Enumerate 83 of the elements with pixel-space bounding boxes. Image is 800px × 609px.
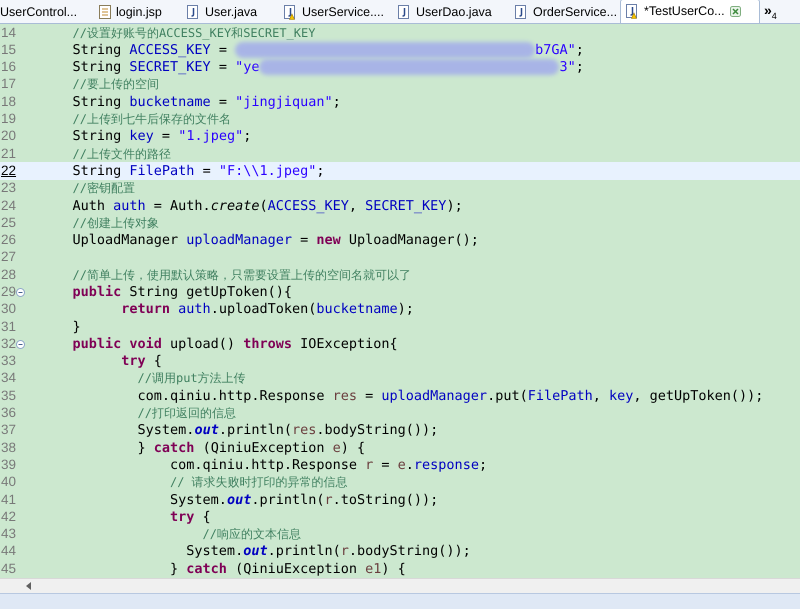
java-file-icon xyxy=(398,4,411,20)
line-number: 40 xyxy=(1,473,16,492)
editor-tab[interactable]: User.java xyxy=(180,1,277,23)
code-line: String ACCESS_KEY = xyxy=(72,40,228,60)
editor-tab[interactable]: login.jsp xyxy=(92,1,180,23)
line-number: 42 xyxy=(1,508,16,526)
line-number: 32 xyxy=(1,334,16,353)
code-line: //设置好账号的ACCESS_KEY和SECRET_KEY xyxy=(72,24,316,42)
line-number: 16 xyxy=(1,58,16,76)
code-line: return auth.uploadToken(bucketname); xyxy=(121,300,414,320)
java-file-icon xyxy=(187,4,200,20)
code-line: //密钥配置 xyxy=(72,180,135,198)
code-line: 3"; xyxy=(559,58,584,78)
scroll-left-icon[interactable] xyxy=(26,582,32,590)
editor-tab[interactable]: UserService.... xyxy=(277,1,391,23)
editor-tab[interactable]: UserDao.java xyxy=(391,1,508,23)
code-line: System.out.println(r.bodyString()); xyxy=(186,542,471,562)
line-number: 21 xyxy=(1,144,16,163)
java-file-icon xyxy=(515,4,528,20)
line-number: 19 xyxy=(1,110,16,128)
line-number: 26 xyxy=(1,231,16,250)
line-number: 22 xyxy=(1,162,16,180)
line-number: 27 xyxy=(1,248,16,266)
code-line: // 请求失败时打印的异常的信息 xyxy=(170,474,348,492)
line-number: 15 xyxy=(1,40,16,59)
code-line: //创建上传对象 xyxy=(72,214,159,232)
code-line: //上传到七牛后保存的文件名 xyxy=(72,111,231,128)
code-line: try { xyxy=(121,352,162,372)
code-line: String FilePath = "F:\\1.jpeg"; xyxy=(72,162,325,181)
editor-tab[interactable]: UserControl... xyxy=(0,1,92,23)
line-number: 37 xyxy=(1,421,16,440)
horizontal-scrollbar[interactable] xyxy=(0,578,800,593)
code-line: //简单上传，使用默认策略，只需要设置上传的空间名就可以了 xyxy=(72,266,411,284)
editor-tab[interactable]: *TestUserCo... xyxy=(620,0,760,23)
line-number: 25 xyxy=(1,214,16,232)
line-number: 44 xyxy=(1,542,16,560)
line-number: 28 xyxy=(1,266,16,284)
code-line: Auth auth = Auth.create(ACCESS_KEY, SECRET_KEY); xyxy=(72,196,463,216)
line-number: 34 xyxy=(1,369,16,388)
code-line: } catch (QiniuException e1) { xyxy=(170,560,406,578)
code-line: //上传文件的路径 xyxy=(72,146,171,163)
code-line: com.qiniu.http.Response r = e.response; xyxy=(170,456,488,475)
code-line: public void upload() throws IOException{ xyxy=(72,334,398,354)
line-number: 23 xyxy=(1,179,16,198)
code-line: //响应的文本信息 xyxy=(202,526,301,544)
line-number: 20 xyxy=(1,127,16,146)
line-number: 29 xyxy=(1,282,16,301)
code-line: String SECRET_KEY = "ye xyxy=(72,58,260,78)
code-line: System.out.println(r.toString()); xyxy=(170,490,438,510)
code-line: System.out.println(res.bodyString()); xyxy=(138,421,438,440)
code-line: } xyxy=(72,318,81,337)
code-line: //要上传的空间 xyxy=(72,76,159,94)
line-number: 31 xyxy=(1,318,16,336)
close-icon[interactable] xyxy=(730,6,741,17)
line-number: 36 xyxy=(1,404,16,422)
line-number: 18 xyxy=(1,92,16,111)
line-number: 17 xyxy=(1,75,16,94)
code-line: //打印返回的信息 xyxy=(138,405,236,422)
code-line: public String getUpToken(){ xyxy=(72,282,292,302)
line-number: 41 xyxy=(1,490,16,509)
code-line: String key = "1.jpeg"; xyxy=(72,127,252,146)
line-number: 39 xyxy=(1,456,16,474)
code-line: UploadManager uploadManager = new UploadManager(); xyxy=(72,231,479,250)
line-number: 30 xyxy=(1,300,16,318)
editor-tab[interactable]: OrderService... xyxy=(508,1,620,23)
line-number: 33 xyxy=(1,352,16,370)
fold-icon[interactable] xyxy=(16,340,26,348)
line-number: 14 xyxy=(1,24,16,42)
line-number: 45 xyxy=(1,560,16,578)
code-line: } catch (QiniuException e) { xyxy=(138,438,366,458)
document-icon xyxy=(99,5,111,19)
java-file-icon xyxy=(626,4,639,19)
code-line: b7GA"; xyxy=(535,40,584,60)
line-number: 35 xyxy=(1,386,16,405)
line-number: 24 xyxy=(1,196,16,214)
java-file-icon xyxy=(284,4,297,20)
line-number: 38 xyxy=(1,438,16,457)
fold-icon[interactable] xyxy=(16,288,26,297)
code-line: try { xyxy=(170,508,211,527)
line-number: 43 xyxy=(1,525,16,544)
code-line: com.qiniu.http.Response res = uploadManager.put(FilePath, key, getUpToken()); xyxy=(138,386,764,406)
code-line: //调用put方法上传 xyxy=(138,370,246,388)
code-line: String bucketname = "jingjiquan"; xyxy=(72,92,341,112)
